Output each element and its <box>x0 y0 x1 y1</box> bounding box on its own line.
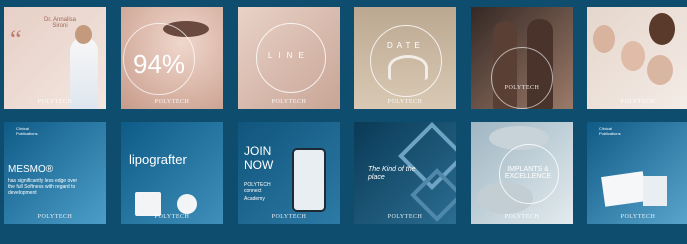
document-page <box>601 171 647 207</box>
publications-label: Clinical Publications <box>599 126 621 136</box>
tile-clinical-publications[interactable]: Clinical Publications POLYTECH <box>587 122 687 224</box>
tile-join-now[interactable]: JOIN NOW POLYTECH connect Academy POLYTE… <box>238 122 340 224</box>
document-page-2 <box>643 176 667 206</box>
mesmo-title: MESMO® <box>8 164 54 175</box>
tile-eye[interactable]: 94% POLYTECH <box>121 7 223 109</box>
face-1 <box>593 25 615 53</box>
tile-women[interactable]: POLYTECH <box>471 7 573 109</box>
brand-label: POLYTECH <box>37 214 73 220</box>
tile-implants[interactable]: IMPLANTS & EXCELLENCE POLYTECH <box>471 122 573 224</box>
lipografter-title: lipografter <box>129 152 187 167</box>
brand-label: POLYTECH <box>504 85 540 91</box>
circle-overlay <box>491 47 553 109</box>
tile-body-line[interactable]: LINE POLYTECH <box>238 7 340 109</box>
tile-quote[interactable]: “ Dr. Annalisa Sironi POLYTECH <box>4 7 106 109</box>
yoga-figure <box>388 55 428 80</box>
quote-mark: “ <box>10 25 22 54</box>
brand-label: POLYTECH <box>620 214 656 220</box>
date-text: DATE <box>387 41 424 50</box>
phone-mockup[interactable] <box>292 148 326 212</box>
brand-label: POLYTECH <box>37 99 73 105</box>
device-circle <box>177 194 197 214</box>
percent-text: 94% <box>133 49 186 79</box>
join-now-title: JOIN NOW <box>244 144 274 172</box>
connect-label: POLYTECH connect <box>244 182 271 194</box>
device-card <box>135 192 161 216</box>
brand-label: POLYTECH <box>154 214 190 220</box>
tile-lipografter[interactable]: lipografter POLYTECH <box>121 122 223 224</box>
brand-label: POLYTECH <box>387 214 423 220</box>
face-2 <box>621 41 645 71</box>
image-grid: “ Dr. Annalisa Sironi POLYTECH 94% POLYT… <box>0 0 687 244</box>
brand-label: POLYTECH <box>504 214 540 220</box>
mesmo-desc: has significantly less edge over the ful… <box>8 178 78 196</box>
publications-label: Clinical Publications <box>16 126 38 136</box>
tile-yoga[interactable]: DATE POLYTECH <box>354 7 456 109</box>
doctor-name: Dr. Annalisa Sironi <box>43 17 77 29</box>
academy-label: Academy <box>244 196 265 202</box>
brand-label: POLYTECH <box>387 99 423 105</box>
brand-label: POLYTECH <box>620 99 656 105</box>
doctor-head <box>75 25 92 44</box>
brand-label: POLYTECH <box>154 99 190 105</box>
tile-group[interactable]: POLYTECH <box>587 7 687 109</box>
line-text: LINE <box>268 51 310 60</box>
brand-label: POLYTECH <box>271 99 307 105</box>
face-4 <box>647 55 673 85</box>
tile-mesmo[interactable]: Clinical Publications MESMO® has signifi… <box>4 122 106 224</box>
face-3 <box>649 13 675 45</box>
implants-text: IMPLANTS & EXCELLENCE <box>504 166 552 180</box>
brand-label: POLYTECH <box>271 214 307 220</box>
tile-kind-of-place[interactable]: The Kind of the place POLYTECH <box>354 122 456 224</box>
kind-text: The Kind of the place <box>368 166 416 181</box>
